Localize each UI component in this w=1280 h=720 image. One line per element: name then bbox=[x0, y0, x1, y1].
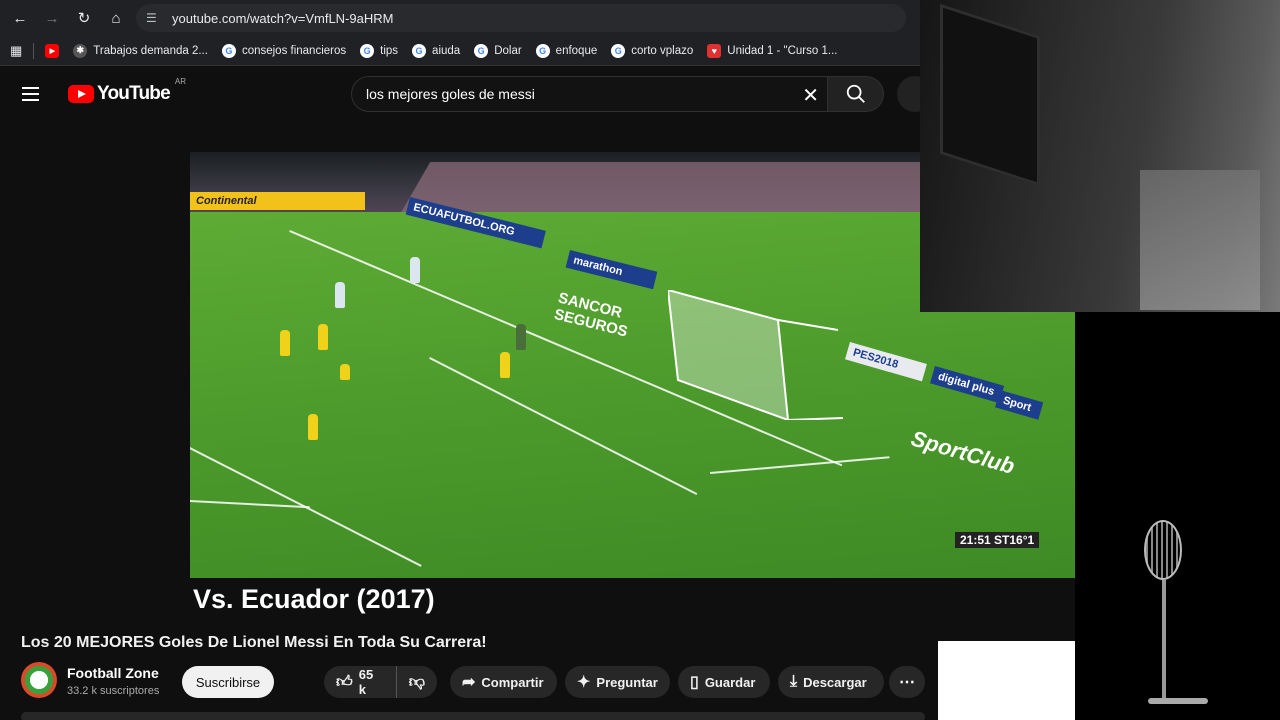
player bbox=[516, 324, 526, 350]
google-favicon-icon: G bbox=[611, 43, 626, 58]
thumbs-up-icon: 👍︎ bbox=[336, 673, 353, 691]
country-code: AR bbox=[174, 77, 186, 86]
fan-pole bbox=[1162, 580, 1166, 700]
more-dots-icon: ⋯ bbox=[899, 674, 915, 691]
google-favicon-icon: G bbox=[412, 43, 427, 58]
ask-button[interactable]: ✦ Preguntar bbox=[565, 666, 670, 698]
gear-favicon-icon: ✱ bbox=[73, 43, 88, 58]
channel-name[interactable]: Football Zone bbox=[67, 665, 159, 681]
channel-avatar[interactable] bbox=[21, 662, 57, 698]
address-bar[interactable]: ☰ youtube.com/watch?v=VmfLN-9aHRM bbox=[136, 4, 906, 32]
thumbs-down-icon: 👎︎ bbox=[408, 673, 425, 691]
match-clock: 21:51 ST16°1 bbox=[955, 532, 1040, 548]
youtube-play-icon bbox=[68, 85, 94, 103]
subscribe-button[interactable]: Suscribirse bbox=[182, 666, 274, 698]
download-button[interactable]: ⤓ Descargar bbox=[778, 666, 884, 698]
like-button[interactable]: 👍︎ 65 k bbox=[324, 666, 397, 698]
standing-fan bbox=[1144, 520, 1208, 710]
home-icon[interactable]: ⌂ bbox=[100, 2, 132, 34]
bookmark-item[interactable]: Genfoque bbox=[529, 39, 605, 63]
bookmark-label: corto vplazo bbox=[631, 44, 694, 57]
bookmark-label: tips bbox=[380, 44, 399, 57]
bookmark-item[interactable]: Gconsejos financieros bbox=[215, 39, 353, 63]
video-metadata: Los 20 MEJORES Goles De Lionel Messi En … bbox=[0, 620, 938, 720]
google-favicon-icon: G bbox=[221, 43, 236, 58]
bookmark-label: enfoque bbox=[555, 44, 598, 57]
address-url: youtube.com/watch?v=VmfLN-9aHRM bbox=[172, 10, 394, 26]
video-caption: Vs. Ecuador (2017) bbox=[193, 584, 435, 614]
bookmark-item[interactable]: Gtips bbox=[353, 39, 405, 63]
youtube-logo[interactable]: YouTube AR bbox=[68, 77, 186, 105]
reload-icon[interactable]: ↻ bbox=[68, 2, 100, 34]
webcam-overlay bbox=[920, 0, 1280, 312]
bookmark-item[interactable]: ✱ Trabajos demanda 2... bbox=[66, 39, 215, 63]
description-box[interactable] bbox=[21, 712, 925, 720]
forward-arrow-icon[interactable]: → bbox=[36, 2, 68, 34]
site-settings-icon[interactable]: ☰ bbox=[146, 11, 164, 25]
clear-search-icon[interactable]: ✕ bbox=[802, 83, 819, 108]
bookmark-youtube[interactable]: ▶ bbox=[38, 39, 66, 63]
subscriber-count: 33.2 k suscriptores bbox=[67, 685, 160, 697]
window-blinds bbox=[1140, 170, 1260, 310]
bookmarks-divider bbox=[33, 42, 35, 59]
bookmark-label: Unidad 1 - "Curso 1... bbox=[727, 44, 838, 57]
download-label: Descargar bbox=[803, 674, 867, 690]
wall-painting bbox=[940, 3, 1040, 187]
search-icon bbox=[846, 84, 865, 103]
bookmark-label: Dolar bbox=[494, 44, 522, 57]
search-bar: los mejores goles de messi ✕ bbox=[351, 76, 884, 112]
bookmark-icon: ▯ bbox=[690, 674, 699, 691]
player bbox=[308, 414, 318, 440]
course-favicon-icon: ♥ bbox=[707, 43, 722, 58]
share-button[interactable]: ➦ Compartir bbox=[450, 666, 557, 698]
player bbox=[318, 324, 328, 350]
bookmark-item[interactable]: Gaiuda bbox=[405, 39, 467, 63]
apps-icon[interactable]: ▦ bbox=[0, 39, 29, 63]
share-arrow-icon: ➦ bbox=[462, 674, 476, 691]
dislike-button[interactable]: 👎︎ bbox=[397, 673, 437, 692]
fan-base bbox=[1148, 698, 1208, 704]
back-arrow-icon[interactable]: ← bbox=[4, 2, 36, 34]
share-label: Compartir bbox=[481, 674, 544, 690]
google-favicon-icon: G bbox=[474, 43, 489, 58]
video-title: Los 20 MEJORES Goles De Lionel Messi En … bbox=[21, 634, 487, 651]
more-actions-button[interactable]: ⋯ bbox=[889, 666, 925, 698]
bookmark-item[interactable]: ♥ Unidad 1 - "Curso 1... bbox=[700, 39, 844, 63]
blank-panel bbox=[938, 641, 1075, 720]
youtube-favicon-icon: ▶ bbox=[45, 43, 60, 58]
player bbox=[410, 257, 420, 283]
player bbox=[335, 282, 345, 308]
logo-text: YouTube bbox=[97, 83, 171, 104]
bookmark-label: aiuda bbox=[432, 44, 461, 57]
sparkle-icon: ✦ bbox=[577, 674, 591, 691]
search-input[interactable]: los mejores goles de messi ✕ bbox=[351, 76, 828, 112]
ad-board: Continental bbox=[190, 192, 365, 210]
search-query: los mejores goles de messi bbox=[366, 86, 535, 102]
bookmark-item[interactable]: Gcorto vplazo bbox=[604, 39, 700, 63]
menu-icon[interactable] bbox=[22, 87, 46, 101]
bookmark-label: consejos financieros bbox=[241, 44, 347, 57]
goal-net bbox=[668, 290, 844, 420]
ask-label: Preguntar bbox=[596, 674, 658, 690]
page: ← → ↻ ⌂ ☰ youtube.com/watch?v=VmfLN-9aHR… bbox=[0, 0, 1280, 720]
download-icon: ⤓ bbox=[790, 673, 798, 690]
google-favicon-icon: G bbox=[535, 43, 550, 58]
player bbox=[280, 330, 290, 356]
like-count: 65 k bbox=[358, 667, 374, 697]
fan-head bbox=[1144, 520, 1182, 580]
player bbox=[500, 352, 510, 378]
save-button[interactable]: ▯ Guardar bbox=[678, 666, 770, 698]
player bbox=[340, 364, 350, 380]
bookmark-label: Trabajos demanda 2... bbox=[93, 44, 208, 57]
like-dislike-group: 👍︎ 65 k 👎︎ bbox=[324, 666, 437, 698]
save-label: Guardar bbox=[704, 674, 756, 690]
google-favicon-icon: G bbox=[360, 43, 375, 58]
bookmark-item[interactable]: G Dolar bbox=[467, 39, 528, 63]
search-button[interactable] bbox=[828, 76, 884, 112]
